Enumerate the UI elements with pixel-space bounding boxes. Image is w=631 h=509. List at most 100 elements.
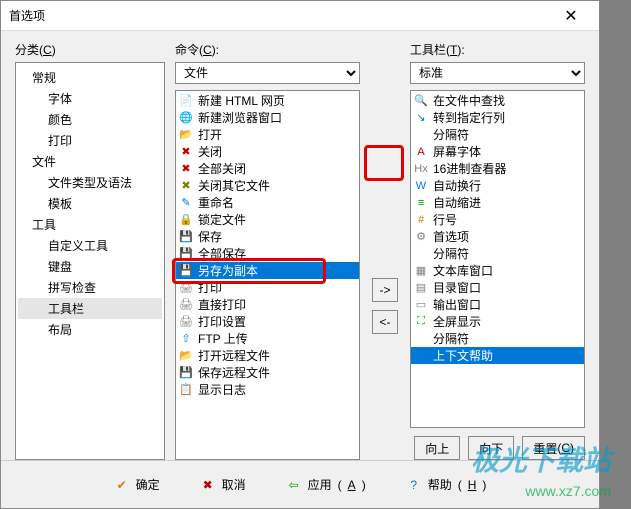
list-item[interactable]: ?上下文帮助	[411, 347, 584, 364]
list-item[interactable]: 📋显示日志	[176, 381, 359, 398]
list-item[interactable]: ✎重命名	[176, 194, 359, 211]
item-icon: 🌐	[178, 110, 194, 126]
categories-column: 分类(C) 常规字体颜色打印文件文件类型及语法模板工具自定义工具键盘拼写检查工具…	[15, 41, 165, 460]
list-item[interactable]: 💾保存	[176, 228, 359, 245]
list-item[interactable]: Hx16进制查看器	[411, 160, 584, 177]
item-icon: 📂	[178, 348, 194, 364]
list-item[interactable]: #行号	[411, 211, 584, 228]
list-item[interactable]: 分隔符	[411, 330, 584, 347]
help-button[interactable]: ? 帮助(H)	[398, 472, 495, 497]
item-icon: ⛶	[413, 314, 429, 330]
item-label: FTP 上传	[198, 330, 248, 347]
tree-item[interactable]: 工具栏	[18, 298, 162, 319]
item-label: 显示日志	[198, 381, 246, 398]
tree-item[interactable]: 键盘	[18, 256, 162, 277]
list-item[interactable]: W自动换行	[411, 177, 584, 194]
item-label: 全部关闭	[198, 160, 246, 177]
tree-item[interactable]: 字体	[18, 88, 162, 109]
item-icon: 🔒	[178, 212, 194, 228]
list-item[interactable]: 💾保存远程文件	[176, 364, 359, 381]
commands-list[interactable]: 📄新建 HTML 网页🌐新建浏览器窗口📂打开✖关闭✖全部关闭✖关闭其它文件✎重命…	[175, 90, 360, 460]
tree-item[interactable]: 文件类型及语法	[18, 172, 162, 193]
window-title: 首选项	[9, 7, 551, 24]
item-label: 分隔符	[433, 126, 469, 143]
list-item[interactable]: 🌐新建浏览器窗口	[176, 109, 359, 126]
list-item[interactable]: ⛶全屏显示	[411, 313, 584, 330]
tree-item[interactable]: 文件	[18, 151, 162, 172]
close-button[interactable]: ✕	[551, 2, 591, 30]
list-item[interactable]: ▤目录窗口	[411, 279, 584, 296]
item-icon: A	[413, 144, 429, 160]
list-item[interactable]: ≡自动缩进	[411, 194, 584, 211]
tree-item[interactable]: 布局	[18, 319, 162, 340]
tree-item[interactable]: 打印	[18, 130, 162, 151]
list-item[interactable]: 🖨打印	[176, 279, 359, 296]
reset-button[interactable]: 重置(C)	[522, 436, 585, 460]
list-item[interactable]: ⚙首选项	[411, 228, 584, 245]
item-icon: ⇧	[178, 331, 194, 347]
list-item[interactable]: 🔍在文件中查找	[411, 92, 584, 109]
item-label: 行号	[433, 211, 457, 228]
list-item[interactable]: A屏幕字体	[411, 143, 584, 160]
toolbar-dropdown[interactable]: 标准	[410, 62, 585, 84]
item-label: 打开远程文件	[198, 347, 270, 364]
tree-item[interactable]: 常规	[18, 67, 162, 88]
item-icon: 💾	[178, 263, 194, 279]
list-item[interactable]: 分隔符	[411, 245, 584, 262]
item-icon: 🖨	[178, 297, 194, 313]
list-item[interactable]: 💾全部保存	[176, 245, 359, 262]
tree-item[interactable]: 模板	[18, 193, 162, 214]
move-down-button[interactable]: 向下	[468, 436, 514, 460]
item-icon: 🖨	[178, 280, 194, 296]
categories-tree[interactable]: 常规字体颜色打印文件文件类型及语法模板工具自定义工具键盘拼写检查工具栏布局	[15, 62, 165, 460]
ok-button[interactable]: ✔ 确定	[106, 472, 168, 497]
list-item[interactable]: ✖关闭	[176, 143, 359, 160]
move-up-button[interactable]: 向上	[414, 436, 460, 460]
list-item[interactable]: ✖关闭其它文件	[176, 177, 359, 194]
commands-dropdown[interactable]: 文件	[175, 62, 360, 84]
item-label: 锁定文件	[198, 211, 246, 228]
list-item[interactable]: ↘转到指定行列	[411, 109, 584, 126]
item-icon: ✖	[178, 178, 194, 194]
item-icon: ▤	[413, 280, 429, 296]
item-icon: Hx	[413, 161, 429, 177]
list-item[interactable]: 🖨直接打印	[176, 296, 359, 313]
list-item[interactable]: 分隔符	[411, 126, 584, 143]
check-icon: ✔	[114, 477, 130, 493]
item-icon: ✎	[178, 195, 194, 211]
tree-item[interactable]: 拼写检查	[18, 277, 162, 298]
apply-button[interactable]: ⇦ 应用(A)	[278, 472, 374, 497]
add-button[interactable]: ->	[372, 278, 398, 302]
item-label: 屏幕字体	[433, 143, 481, 160]
item-label: 新建 HTML 网页	[198, 92, 285, 109]
list-item[interactable]: 📄新建 HTML 网页	[176, 92, 359, 109]
tree-item[interactable]: 工具	[18, 214, 162, 235]
list-item[interactable]: 📂打开	[176, 126, 359, 143]
help-icon: ?	[406, 477, 422, 493]
toolbar-list[interactable]: 🔍在文件中查找↘转到指定行列分隔符A屏幕字体Hx16进制查看器W自动换行≡自动缩…	[410, 90, 585, 428]
item-label: 文本库窗口	[433, 262, 493, 279]
item-icon: ?	[413, 348, 429, 364]
item-icon: W	[413, 178, 429, 194]
list-item[interactable]: 📂打开远程文件	[176, 347, 359, 364]
item-icon: 📋	[178, 382, 194, 398]
item-icon: ⚙	[413, 229, 429, 245]
item-icon: #	[413, 212, 429, 228]
list-item[interactable]: ▦文本库窗口	[411, 262, 584, 279]
list-item[interactable]: 💾另存为副本	[176, 262, 359, 279]
cancel-button[interactable]: ✖ 取消	[192, 472, 254, 497]
list-item[interactable]: 🖨打印设置	[176, 313, 359, 330]
item-label: 分隔符	[433, 245, 469, 262]
tree-item[interactable]: 颜色	[18, 109, 162, 130]
item-icon: 🔍	[413, 93, 429, 109]
item-label: 新建浏览器窗口	[198, 109, 282, 126]
item-label: 转到指定行列	[433, 109, 505, 126]
list-item[interactable]: ✖全部关闭	[176, 160, 359, 177]
remove-button[interactable]: <-	[372, 310, 398, 334]
list-item[interactable]: 🔒锁定文件	[176, 211, 359, 228]
commands-label: 命令(C):	[175, 41, 360, 58]
list-item[interactable]: ⇧FTP 上传	[176, 330, 359, 347]
list-item[interactable]: ▭输出窗口	[411, 296, 584, 313]
tree-item[interactable]: 自定义工具	[18, 235, 162, 256]
dialog-footer: ✔ 确定 ✖ 取消 ⇦ 应用(A) ? 帮助(H)	[1, 460, 599, 508]
